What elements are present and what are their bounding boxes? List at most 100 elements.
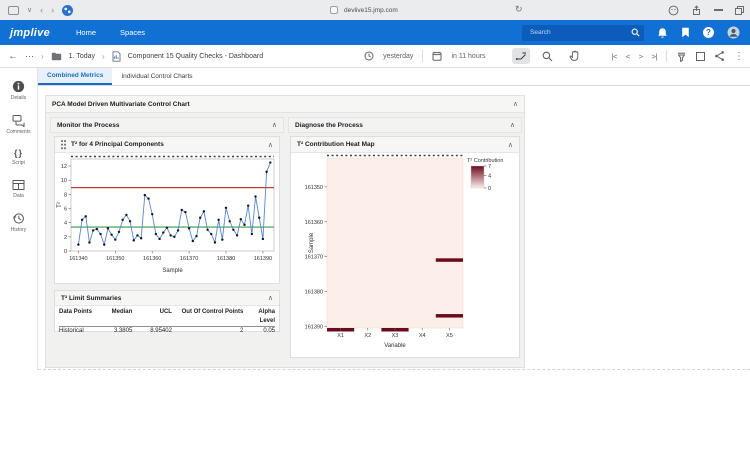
- sidebar-item-history[interactable]: History: [0, 212, 37, 233]
- svg-text:10: 10: [61, 178, 67, 184]
- history-icon: [12, 212, 25, 225]
- limit-table-header-cell: Alpha Level: [243, 308, 275, 326]
- table-icon: [12, 179, 25, 191]
- limit-table-row: Historical3.38058.9540220.05: [59, 327, 275, 336]
- breadcrumb-folder[interactable]: 1. Today: [69, 53, 95, 60]
- selection-tool-icon: [515, 50, 527, 62]
- share-window-icon[interactable]: [691, 5, 702, 16]
- magnifier-icon: [542, 51, 553, 62]
- limit-table-header-cell: UCL: [132, 308, 172, 326]
- chevron-right-icon: ›: [41, 52, 44, 61]
- back-nav-icon[interactable]: ‹: [40, 5, 43, 15]
- forward-nav-icon[interactable]: ›: [51, 5, 54, 15]
- outer-panel-header: PCA Model Driven Multivariate Control Ch…: [46, 96, 524, 113]
- sidebar-item-comments[interactable]: Comments: [0, 114, 37, 135]
- sidebar-item-details[interactable]: Details: [0, 80, 37, 101]
- notifications-bell-icon[interactable]: [657, 27, 668, 39]
- avatar[interactable]: [727, 26, 740, 39]
- svg-text:161350: 161350: [305, 185, 323, 191]
- reload-icon[interactable]: ↻: [515, 4, 523, 15]
- svg-text:8: 8: [64, 192, 67, 198]
- window-menu-icon[interactable]: [8, 6, 19, 15]
- restore-icon[interactable]: [735, 6, 744, 15]
- selection-tool-button[interactable]: [512, 48, 530, 64]
- bookmark-icon[interactable]: [681, 27, 690, 38]
- t2-control-chart[interactable]: 0246810121613401613501613601613701613801…: [55, 153, 279, 283]
- svg-text:4: 4: [488, 173, 491, 179]
- next-page-button[interactable]: >: [639, 52, 643, 61]
- divider: [666, 50, 667, 62]
- svg-text:161350: 161350: [106, 256, 124, 262]
- t2-contribution-heatmap[interactable]: 161350161360161370161380161390X1X2X3X4X5…: [291, 153, 519, 357]
- collapse-caret-icon[interactable]: ∧: [513, 100, 518, 108]
- address-bar[interactable]: devlive15.jmp.com: [330, 0, 398, 20]
- app-header: jmplive Home Spaces ?: [0, 20, 750, 45]
- collapse-caret-icon[interactable]: ∧: [510, 121, 515, 129]
- monitor-header: Monitor the Process ∧: [50, 117, 284, 133]
- feedback-icon[interactable]: [668, 5, 679, 16]
- sidebar-item-script[interactable]: {} Script: [0, 148, 37, 166]
- back-button[interactable]: ←: [8, 51, 18, 62]
- grab-tool-button[interactable]: [566, 48, 584, 64]
- fullscreen-icon[interactable]: [696, 52, 705, 61]
- tab-combined-metrics[interactable]: Combined Metrics: [38, 68, 112, 85]
- jmp-live-logo[interactable]: jmplive: [0, 27, 64, 39]
- prev-page-button[interactable]: <: [626, 52, 630, 61]
- report-file-icon: [112, 51, 121, 62]
- dashboard: PCA Model Driven Multivariate Control Ch…: [45, 95, 525, 368]
- heatmap-header: T² Contribution Heat Map ∧: [291, 137, 519, 153]
- folder-icon: [51, 52, 62, 61]
- share-icon[interactable]: [714, 50, 725, 62]
- chevron-down-icon[interactable]: ∨: [27, 6, 32, 14]
- svg-text:X4: X4: [419, 333, 426, 339]
- monitor-title: Monitor the Process: [57, 122, 119, 129]
- comments-icon: [12, 114, 25, 127]
- collapse-caret-icon[interactable]: ∧: [508, 141, 513, 149]
- t2-chart-header: T² for 4 Principal Components ∧: [55, 137, 279, 153]
- browser-chrome: ∨ ‹ › devlive15.jmp.com ↻: [0, 0, 750, 20]
- main-content: Combined Metrics Individual Control Char…: [38, 68, 750, 469]
- tab-individual-control-charts[interactable]: Individual Control Charts: [112, 68, 201, 85]
- collapse-caret-icon[interactable]: ∧: [268, 294, 273, 302]
- limit-table-header-cell: Out Of Control Points: [172, 308, 243, 326]
- sidebar-item-data[interactable]: Data: [0, 179, 37, 199]
- filter-icon[interactable]: [676, 51, 687, 62]
- last-page-button[interactable]: >|: [652, 52, 657, 61]
- updated-time: yesterday: [383, 53, 413, 60]
- svg-text:X2: X2: [364, 333, 371, 339]
- limit-summaries-header: T² Limit Summaries ∧: [55, 291, 279, 306]
- nav-home[interactable]: Home: [64, 20, 108, 45]
- limit-table-cell: 8.95402: [132, 327, 172, 336]
- svg-text:T² Contribution: T² Contribution: [467, 158, 503, 164]
- search-icon[interactable]: [631, 28, 640, 37]
- url-text[interactable]: devlive15.jmp.com: [344, 7, 398, 14]
- svg-text:161380: 161380: [305, 289, 323, 295]
- minimize-icon[interactable]: [714, 9, 723, 10]
- diagnose-title: Diagnose the Process: [295, 122, 363, 129]
- expires-time: in 11 hours: [451, 53, 485, 60]
- first-page-button[interactable]: |<: [612, 52, 617, 61]
- nav-spaces[interactable]: Spaces: [108, 20, 157, 45]
- svg-text:Sample: Sample: [162, 268, 183, 274]
- svg-text:161360: 161360: [143, 256, 161, 262]
- heatmap-panel: T² Contribution Heat Map ∧ 1613501613601…: [290, 136, 520, 358]
- hand-icon: [569, 50, 580, 62]
- more-options-button[interactable]: ⋮: [734, 51, 744, 62]
- collapse-caret-icon[interactable]: ∧: [272, 121, 277, 129]
- clock-icon: [364, 51, 374, 61]
- more-breadcrumb-button[interactable]: ⋯: [25, 51, 34, 62]
- svg-text:X5: X5: [446, 333, 453, 339]
- zoom-tool-button[interactable]: [539, 48, 557, 64]
- search-box[interactable]: [522, 25, 644, 41]
- left-sidebar: Details Comments {} Script Data History: [0, 68, 38, 370]
- tab-icon: [330, 6, 338, 14]
- limit-summaries-table: Data PointsMedianUCLOut Of Control Point…: [55, 306, 279, 331]
- expiry-calendar-icon: [432, 51, 442, 61]
- screen: ∨ ‹ › devlive15.jmp.com ↻ jmplive Home S…: [0, 0, 750, 469]
- drag-grip-icon[interactable]: [61, 140, 66, 149]
- search-input[interactable]: [528, 28, 631, 37]
- collapse-caret-icon[interactable]: ∧: [268, 141, 273, 149]
- breadcrumb-bar: ← ⋯ › 1. Today › Component 15 Quality Ch…: [0, 45, 750, 68]
- help-icon[interactable]: ?: [703, 27, 714, 38]
- info-icon: [12, 80, 25, 93]
